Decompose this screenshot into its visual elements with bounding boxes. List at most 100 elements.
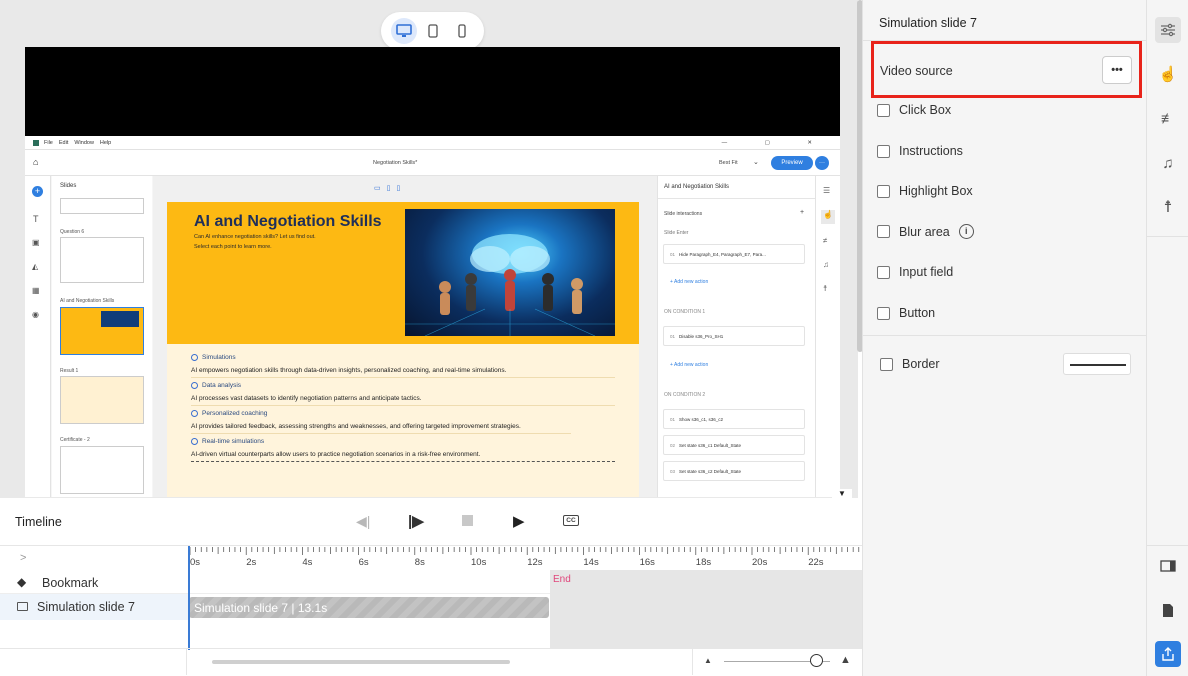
ruler-tick-label: 18s bbox=[696, 557, 712, 568]
inner-more-icon[interactable]: ··· bbox=[815, 156, 829, 170]
audio-icon[interactable]: ♫ bbox=[823, 260, 829, 269]
zoom-slider-thumb[interactable] bbox=[810, 654, 824, 667]
slide-enter-label: Slide Enter bbox=[664, 230, 689, 236]
timeline-clip[interactable]: Simulation slide 7 | 13.1s bbox=[189, 597, 549, 618]
properties-panel: Simulation slide 7 Video source ••• Clic… bbox=[862, 0, 1147, 676]
slide-title: AI and Negotiation Skills bbox=[194, 213, 382, 230]
widgets-icon[interactable]: ▦ bbox=[32, 286, 40, 295]
checkbox[interactable] bbox=[877, 184, 890, 198]
bullet-text: AI provides tailored feedback, assessing… bbox=[191, 423, 571, 434]
add-icon[interactable]: + bbox=[32, 186, 43, 197]
action-card[interactable]: 03 Set state s36_c2 Default_State bbox=[663, 461, 805, 481]
stop-icon[interactable] bbox=[462, 515, 473, 526]
stage-area: File Edit Window Help — ▢ ✕ ⌂ Negotiatio… bbox=[0, 0, 858, 499]
inner-menu-bar: File Edit Window Help — ▢ ✕ bbox=[25, 136, 840, 150]
panel-layout-icon[interactable] bbox=[1155, 553, 1181, 579]
checkbox[interactable] bbox=[877, 144, 890, 158]
add-interaction-icon[interactable]: + bbox=[800, 209, 804, 216]
button-option[interactable]: Button bbox=[877, 306, 935, 320]
condition-1-label[interactable]: ON CONDITION 1 bbox=[664, 309, 705, 315]
row-label: Simulation slide 7 bbox=[37, 600, 135, 614]
slide-thumb[interactable] bbox=[60, 198, 144, 214]
properties-icon[interactable]: ☰ bbox=[823, 186, 830, 195]
animation-icon[interactable]: ≠ bbox=[823, 236, 827, 245]
checkbox[interactable] bbox=[877, 103, 890, 117]
bullet-heading[interactable]: Simulations bbox=[191, 354, 615, 361]
properties-icon[interactable] bbox=[1155, 17, 1181, 43]
document-icon[interactable] bbox=[1155, 597, 1181, 623]
horizontal-scrollbar[interactable] bbox=[212, 660, 510, 664]
condition-2-label[interactable]: ON CONDITION 2 bbox=[664, 392, 705, 398]
inner-slides-panel: Slides Question 6 AI and Negotiation Ski… bbox=[52, 176, 152, 497]
ruler-tick-label: 20s bbox=[752, 557, 768, 568]
media-icon[interactable]: ▣ bbox=[32, 238, 40, 247]
border-option[interactable]: Border bbox=[880, 357, 940, 371]
audio-icon[interactable]: ♫ bbox=[1155, 150, 1181, 176]
slide-header: AI and Negotiation Skills Can AI enhance… bbox=[167, 202, 639, 344]
ruler-tick-label: 12s bbox=[527, 557, 543, 568]
zoom-out-icon[interactable]: ▲ bbox=[704, 656, 712, 665]
border-style-select[interactable] bbox=[1063, 353, 1131, 375]
blur-area-option[interactable]: Blur area i bbox=[877, 224, 974, 239]
ruler-tick-label: 4s bbox=[302, 557, 312, 568]
action-card[interactable]: 01 Hide Paragraph_E4, Paragraph_E7, Para.… bbox=[663, 244, 805, 264]
share-export-icon[interactable] bbox=[1155, 641, 1181, 667]
interaction-icon[interactable]: ☝ bbox=[1155, 61, 1181, 87]
step-back-icon[interactable]: ◀| bbox=[356, 513, 370, 530]
checkbox[interactable] bbox=[877, 225, 890, 238]
inner-panel-title: AI and Negotiation Skills bbox=[664, 184, 730, 190]
text-icon[interactable]: T bbox=[33, 214, 39, 224]
accessibility-icon[interactable]: ☨ bbox=[823, 284, 827, 293]
expand-chevron-icon[interactable]: > bbox=[20, 552, 26, 564]
zoom-in-icon[interactable]: ▲ bbox=[840, 654, 851, 666]
video-source-row: Video source ••• bbox=[871, 41, 1142, 98]
inner-left-rail: + T ▣ ◭ ▦ ◉ bbox=[25, 176, 51, 497]
instructions-option[interactable]: Instructions bbox=[877, 144, 963, 158]
checkbox[interactable] bbox=[877, 306, 890, 320]
checkbox[interactable] bbox=[877, 265, 890, 279]
slide-thumb-selected[interactable] bbox=[60, 307, 144, 355]
highlight-box-option[interactable]: Highlight Box bbox=[877, 184, 973, 198]
bullet-heading[interactable]: Personalized coaching bbox=[191, 410, 615, 417]
slide-thumb[interactable] bbox=[60, 237, 144, 283]
accessibility-icon[interactable]: ☨ bbox=[1155, 194, 1181, 220]
play-icon[interactable]: ▶ bbox=[513, 512, 525, 530]
inner-preview-button[interactable]: Preview bbox=[771, 156, 813, 170]
home-icon[interactable]: ⌂ bbox=[33, 157, 38, 167]
chevron-down-icon[interactable]: ⌄ bbox=[753, 158, 759, 166]
timeline-ruler[interactable]: 0s2s4s6s8s10s12s14s16s18s20s22s24 bbox=[188, 546, 875, 570]
more-options-button[interactable]: ••• bbox=[1102, 56, 1132, 84]
mobile-icon[interactable] bbox=[449, 18, 475, 44]
inner-menu-file[interactable]: File bbox=[44, 140, 53, 146]
click-box-option[interactable]: Click Box bbox=[877, 103, 951, 117]
action-card[interactable]: 01 Show s36_c1, s36_c2 bbox=[663, 409, 805, 429]
checkbox[interactable] bbox=[880, 357, 893, 371]
inner-device-switcher[interactable]: ▭▯▯ bbox=[374, 184, 406, 192]
action-card[interactable]: 02 Set state s36_c1 Default_State bbox=[663, 435, 805, 455]
inner-menu-help[interactable]: Help bbox=[100, 140, 111, 146]
step-forward-icon[interactable]: |▶ bbox=[408, 512, 424, 530]
playhead[interactable] bbox=[188, 546, 190, 650]
record-icon[interactable]: ◉ bbox=[32, 310, 39, 319]
desktop-icon[interactable] bbox=[390, 18, 417, 44]
tablet-icon[interactable] bbox=[420, 18, 446, 44]
action-card[interactable]: 01 Disable s36_Pro_SH1 bbox=[663, 326, 805, 346]
panel-title: Simulation slide 7 bbox=[879, 16, 977, 30]
shapes-icon[interactable]: ◭ bbox=[32, 262, 38, 271]
bullet-heading[interactable]: Real-time simulations bbox=[191, 438, 615, 445]
info-icon[interactable]: i bbox=[958, 224, 974, 239]
inner-menu-window[interactable]: Window bbox=[74, 140, 94, 146]
interaction-icon[interactable]: ☝ bbox=[821, 210, 835, 224]
input-field-option[interactable]: Input field bbox=[877, 265, 953, 279]
add-action-link[interactable]: + Add new action bbox=[670, 279, 708, 285]
animation-icon[interactable]: ≢ bbox=[1155, 105, 1181, 131]
inner-window-controls[interactable]: — ▢ ✕ bbox=[722, 140, 830, 146]
add-action-link[interactable]: + Add new action bbox=[670, 362, 708, 368]
bullet-heading[interactable]: Data analysis bbox=[191, 382, 615, 389]
slide-label: Certificate - 2 bbox=[60, 437, 90, 443]
inner-menu-edit[interactable]: Edit bbox=[59, 140, 68, 146]
slide-thumb[interactable] bbox=[60, 446, 144, 494]
closed-captions-icon[interactable]: CC bbox=[563, 515, 579, 526]
inner-zoom-select[interactable]: Best Fit bbox=[719, 160, 738, 166]
slide-thumb[interactable] bbox=[60, 376, 144, 424]
